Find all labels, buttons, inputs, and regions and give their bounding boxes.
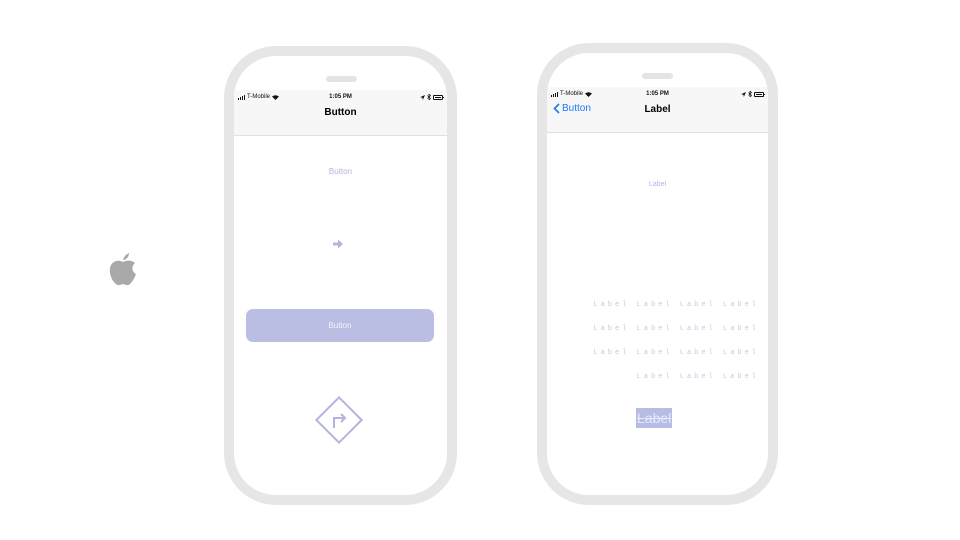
text-button[interactable]: Button [234, 167, 447, 176]
status-right [420, 94, 444, 100]
small-label: Label [648, 181, 667, 188]
label-line: Label Label Label Label [593, 301, 759, 309]
phone-button-demo: T-Mobile 1:05 PM Button Button Button [224, 46, 457, 505]
label-line: Label Label Label Label [593, 349, 759, 357]
location-icon [741, 91, 746, 97]
arrow-right-icon[interactable] [331, 237, 345, 251]
phone-label-demo: T-Mobile 1:05 PM Button Label Label Labe… [537, 43, 778, 505]
status-bar: T-Mobile 1:05 PM [234, 90, 447, 104]
multiline-label: Label Label Label Label Label Label Labe… [585, 285, 759, 397]
nav-title: Button [324, 107, 357, 118]
label-line: Label Label Label [636, 373, 759, 381]
status-bar: T-Mobile 1:05 PM [547, 87, 768, 101]
bluetooth-icon [427, 94, 431, 100]
status-time: 1:05 PM [646, 91, 669, 97]
battery-icon [754, 91, 765, 97]
phone-screen: T-Mobile 1:05 PM Button Label Label Labe… [547, 87, 768, 495]
wide-button[interactable]: Button [246, 309, 434, 342]
status-right [741, 91, 765, 97]
phone-screen: T-Mobile 1:05 PM Button Button Button [234, 90, 447, 495]
turn-right-sign-icon[interactable] [313, 394, 365, 446]
label-line: Label Label Label Label [593, 325, 759, 333]
bluetooth-icon [748, 91, 752, 97]
highlight-label: Label [636, 408, 673, 428]
navigation-bar: T-Mobile 1:05 PM Button Label [547, 87, 768, 133]
apple-icon [109, 253, 136, 286]
speaker-grille [326, 76, 357, 82]
location-icon [420, 94, 425, 100]
nav-title: Label [644, 104, 671, 115]
speaker-grille [642, 73, 673, 79]
status-time: 1:05 PM [329, 94, 352, 100]
navigation-bar: T-Mobile 1:05 PM Button [234, 90, 447, 136]
battery-icon [433, 94, 444, 100]
